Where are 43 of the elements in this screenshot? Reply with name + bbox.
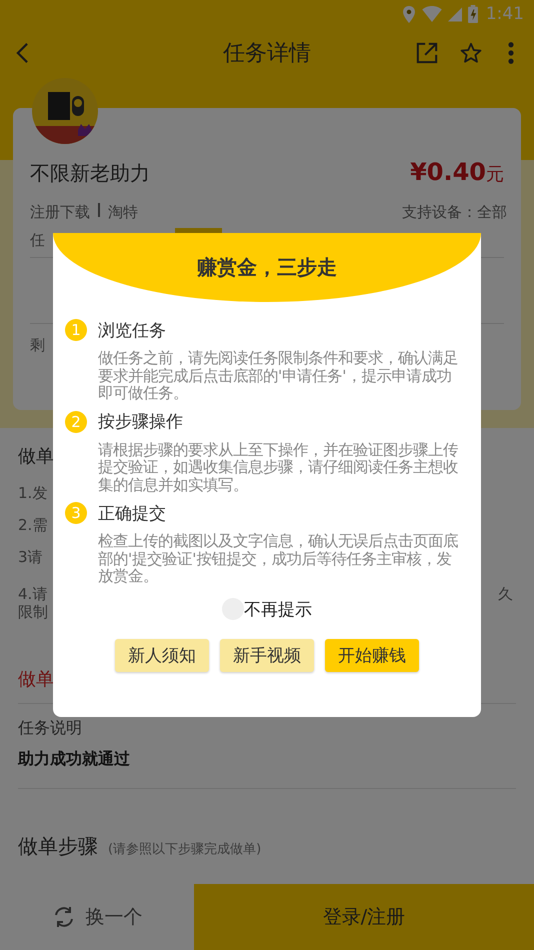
step-text: 久 bbox=[498, 585, 513, 603]
share-icon[interactable] bbox=[416, 42, 438, 64]
step-title: 正确提交 bbox=[98, 502, 166, 524]
star-icon[interactable] bbox=[460, 42, 482, 64]
step-description: 检查上传的截图以及文字信息，确认无误后点击页面底部的'提交验证'按钮提交，成功后等待任务主审核，发放赏金。 bbox=[98, 533, 459, 586]
wifi-icon bbox=[422, 6, 442, 22]
step-text: 1.发 bbox=[18, 484, 48, 502]
step-title: 按步骤操作 bbox=[98, 411, 183, 433]
clock-time: 1:41 bbox=[486, 4, 524, 24]
back-icon[interactable] bbox=[16, 42, 29, 64]
row-label: 剩 bbox=[30, 336, 46, 355]
task-title: 不限新老助力 bbox=[30, 160, 150, 187]
start-button[interactable]: 开始赚钱 bbox=[325, 638, 419, 672]
description-label: 任务说明 bbox=[18, 718, 82, 739]
step-description: 做任务之前，请先阅读任务限制条件和要求，确认满足要求并能完成后点击底部的'申请任务'，提示申请成功即可做任务。 bbox=[98, 350, 459, 402]
section-title: 做单 bbox=[18, 445, 54, 469]
guide-button[interactable]: 新手视频 bbox=[220, 638, 314, 672]
dialog-title: 赚赏金，三步走 bbox=[53, 233, 481, 302]
guide-button[interactable]: 新人须知 bbox=[115, 638, 209, 672]
step-description: 请根据步骤的要求从上至下操作，并在验证图步骤上传提交验证，如遇收集信息步骤，请仔细阅读任务主想收集的信息并如实填写。 bbox=[98, 442, 459, 494]
battery-icon bbox=[468, 5, 478, 23]
step-number: 1 bbox=[65, 319, 87, 341]
step-number: 3 bbox=[65, 502, 87, 524]
section-title: 做单步骤 bbox=[18, 833, 98, 860]
step-text: 3请 bbox=[18, 548, 43, 566]
page-title: 任务详情 bbox=[222, 40, 312, 68]
task-tag: 淘特 bbox=[108, 203, 138, 222]
section-hint: (请参照以下步骤完成做单) bbox=[108, 841, 262, 858]
device-support: 支持设备：全部 bbox=[402, 203, 507, 222]
step-number: 2 bbox=[65, 410, 87, 432]
checkbox-label: 不再提示 bbox=[244, 598, 312, 620]
more-icon[interactable] bbox=[508, 42, 514, 64]
task-tag: 注册下载 bbox=[30, 203, 90, 222]
warning-text: 做单 bbox=[18, 668, 54, 692]
signal-icon bbox=[448, 6, 462, 22]
step-text: 限制 bbox=[18, 603, 48, 621]
step-text: 4.请 bbox=[18, 585, 48, 603]
description-text: 助力成功就通过 bbox=[18, 749, 130, 770]
location-icon bbox=[402, 6, 416, 22]
step-title: 浏览任务 bbox=[98, 320, 166, 342]
reward-price: ¥0.40元 bbox=[410, 158, 504, 186]
step-text: 2.需 bbox=[18, 516, 48, 534]
row-label: 任 bbox=[30, 231, 46, 251]
